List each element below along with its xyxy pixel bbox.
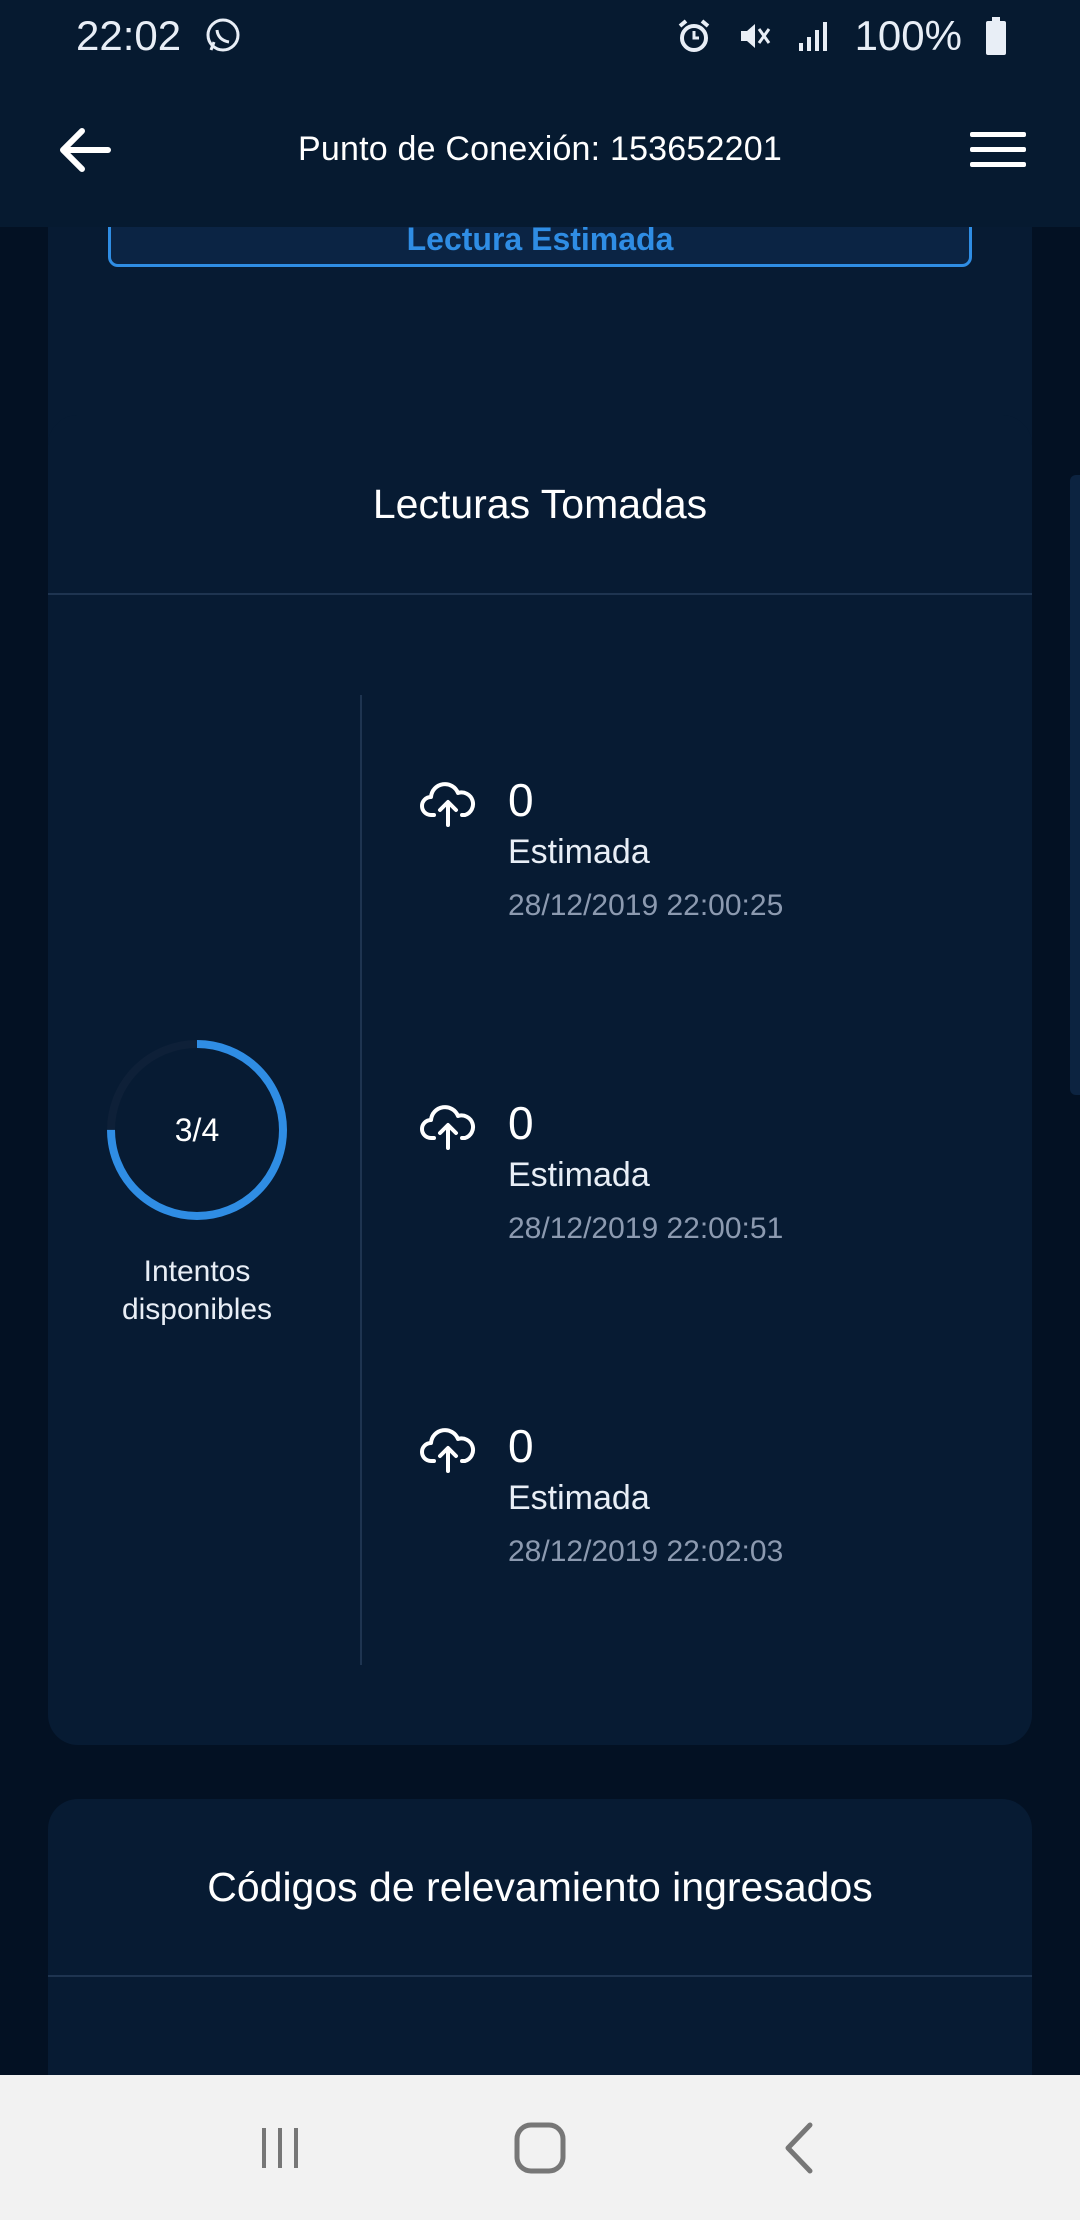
attempts-ring: 3/4 xyxy=(102,1035,292,1225)
reading-value: 0 xyxy=(508,774,534,826)
scrollbar-thumb[interactable] xyxy=(1070,475,1080,1095)
reading-item: 0 Estimada 28/12/2019 22:02:03 xyxy=(420,1420,980,1581)
reading-type: Estimada xyxy=(508,1156,650,1194)
readings-card: Lecturas Tomadas 3/4 Intentos disponible… xyxy=(48,415,1032,1745)
home-button[interactable] xyxy=(500,2108,580,2188)
reading-value: 0 xyxy=(508,1097,534,1149)
readings-title: Lecturas Tomadas xyxy=(48,415,1032,595)
back-icon xyxy=(785,2122,813,2173)
hamburger-menu-icon xyxy=(970,132,1026,167)
app-bar: Punto de Conexión: 153652201 xyxy=(0,72,1080,227)
cloud-upload-icon xyxy=(420,782,476,827)
estimated-reading-button[interactable]: Lectura Estimada xyxy=(108,227,972,267)
recents-icon xyxy=(262,2127,298,2168)
signal-icon xyxy=(795,17,833,55)
cloud-upload-icon xyxy=(420,1105,476,1150)
reading-item: 0 Estimada 28/12/2019 22:00:51 xyxy=(420,1097,980,1258)
reading-type: Estimada xyxy=(508,1479,650,1517)
reading-date: 28/12/2019 22:02:03 xyxy=(508,1535,784,1568)
status-time: 22:02 xyxy=(76,12,182,59)
attempts-value: 3/4 xyxy=(174,1111,220,1148)
reading-date: 28/12/2019 22:00:25 xyxy=(508,889,784,922)
attempts-gauge: 3/4 Intentos disponibles xyxy=(102,1035,292,1329)
alarm-icon xyxy=(675,17,713,55)
status-bar: 22:02 100% xyxy=(0,0,1080,72)
mute-icon xyxy=(735,17,773,55)
attempts-label: Intentos disponibles xyxy=(121,1255,273,1326)
cloud-upload-icon xyxy=(420,1428,476,1473)
page-title: Punto de Conexión: 153652201 xyxy=(298,130,782,168)
reading-item: 0 Estimada 28/12/2019 22:00:25 xyxy=(420,774,980,935)
reading-type: Estimada xyxy=(508,833,650,871)
menu-button[interactable] xyxy=(968,122,1028,178)
whatsapp-icon xyxy=(203,16,243,56)
vertical-divider xyxy=(360,695,362,1665)
status-left: 22:02 xyxy=(76,12,243,60)
reading-value: 0 xyxy=(508,1420,534,1472)
codes-card: Códigos de relevamiento ingresados xyxy=(48,1799,1032,2075)
battery-percent: 100% xyxy=(854,12,962,59)
content-scroll[interactable]: Lectura Estimada Lecturas Tomadas 3/4 In… xyxy=(0,227,1080,2075)
codes-title: Códigos de relevamiento ingresados xyxy=(48,1799,1032,1977)
estimated-reading-label: Lectura Estimada xyxy=(406,227,674,257)
back-nav-button[interactable] xyxy=(760,2108,840,2188)
reading-date: 28/12/2019 22:00:51 xyxy=(508,1212,784,1245)
home-icon xyxy=(514,2122,566,2173)
back-arrow-icon xyxy=(60,128,111,172)
status-right: 100% xyxy=(675,12,1008,60)
back-button[interactable] xyxy=(54,120,114,180)
battery-icon xyxy=(984,16,1008,56)
recents-button[interactable] xyxy=(240,2108,320,2188)
system-nav-bar xyxy=(0,2075,1080,2220)
